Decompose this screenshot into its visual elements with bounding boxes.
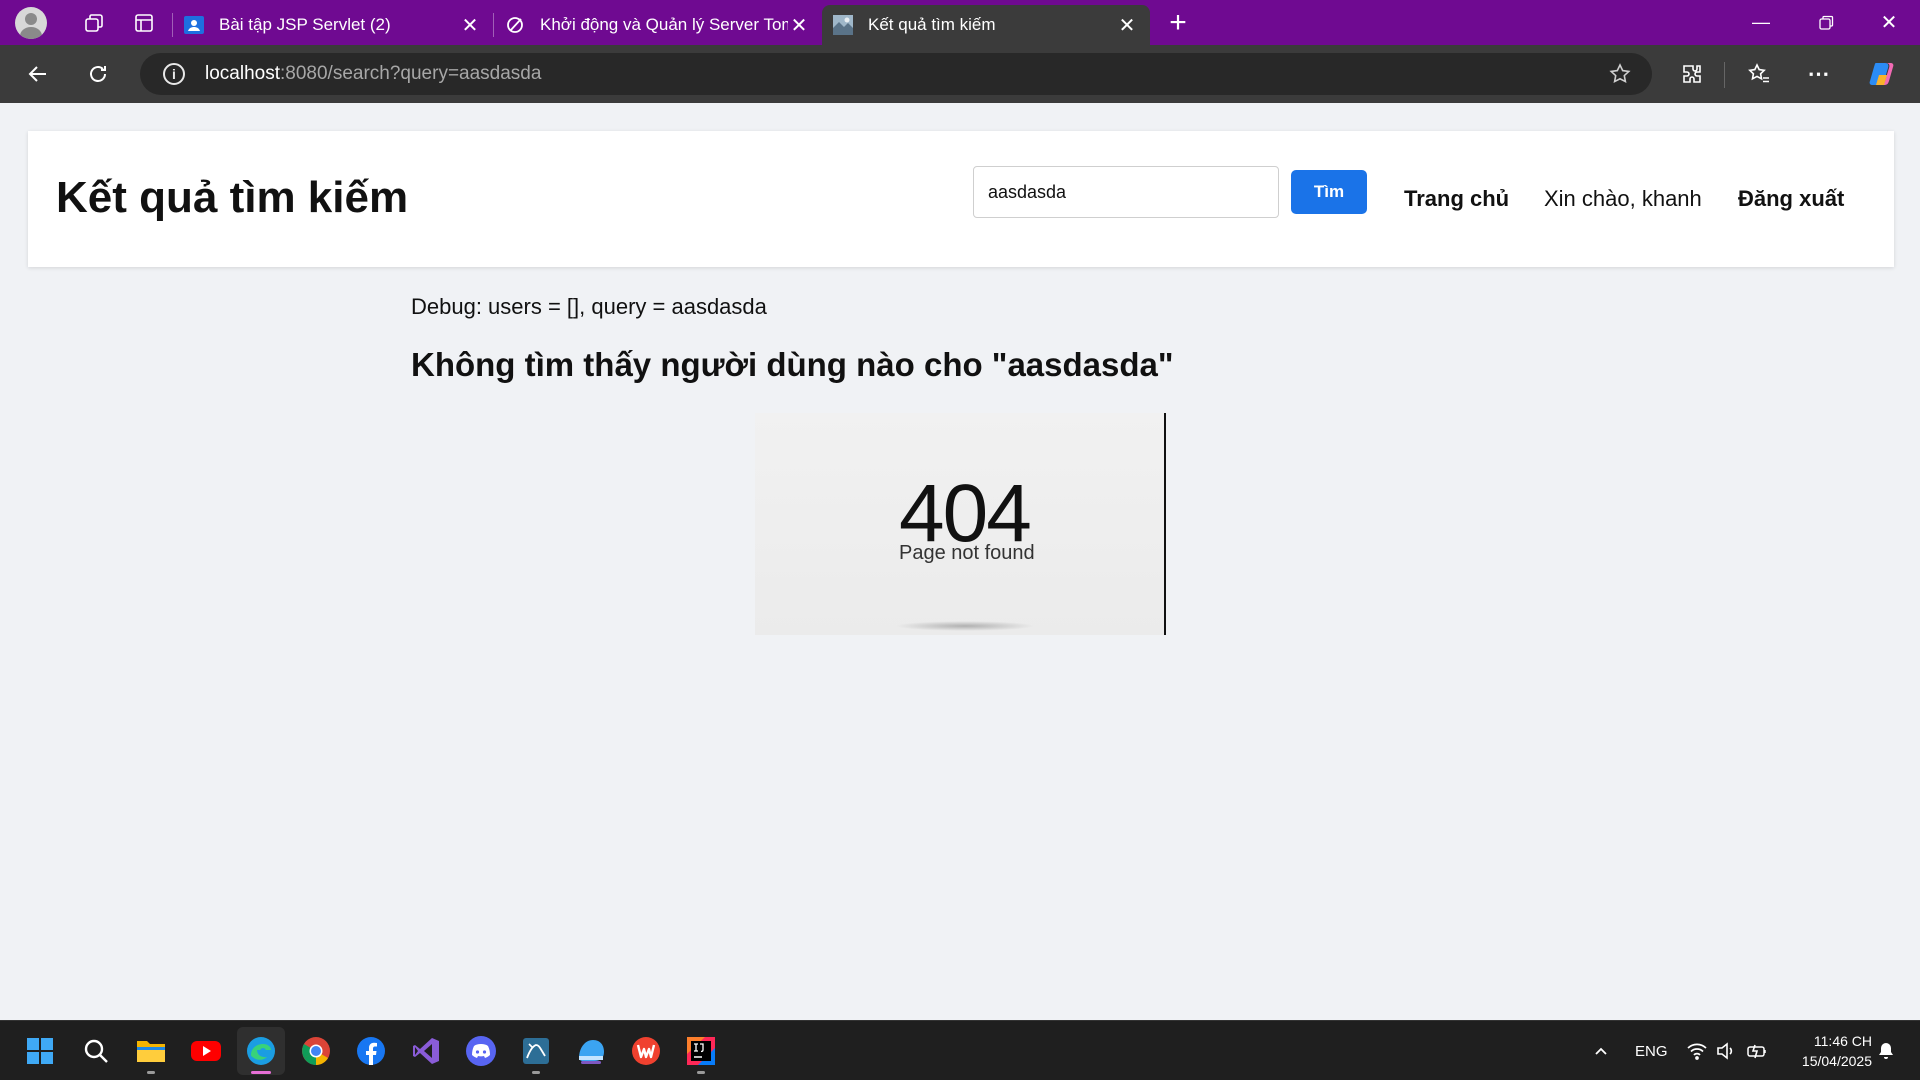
wps-office-icon[interactable] <box>622 1027 670 1075</box>
tab-actions-button[interactable] <box>122 1 166 45</box>
chevron-up-icon <box>1595 1047 1607 1055</box>
language-indicator[interactable]: ENG <box>1635 1021 1668 1080</box>
more-menu-button[interactable]: ⋯ <box>1795 50 1843 98</box>
windows-start-icon[interactable] <box>16 1027 64 1075</box>
site-info-icon[interactable]: i <box>163 63 185 85</box>
favorites-button[interactable] <box>1735 50 1783 98</box>
notifications-button[interactable] <box>1877 1021 1895 1080</box>
visual-studio-icon[interactable] <box>402 1027 450 1075</box>
running-indicator <box>697 1071 705 1074</box>
discord-icon[interactable] <box>457 1027 505 1075</box>
url-path: :8080/search?query=aasdasda <box>280 63 542 84</box>
windows-taskbar: ENG 11:46 CH 15/04/2025 <box>0 1020 1920 1080</box>
tab-jsp-servlet[interactable]: Bài tập JSP Servlet (2) ✕ <box>173 5 493 45</box>
favorites-icon <box>1748 63 1769 83</box>
favorite-star-icon[interactable] <box>1608 62 1632 86</box>
tab-search-results[interactable]: Kết quả tìm kiếm ✕ <box>822 5 1150 45</box>
photos-icon[interactable] <box>567 1027 615 1075</box>
close-window-button[interactable]: ✕ <box>1858 0 1920 45</box>
page-favicon <box>832 14 854 36</box>
profile-avatar-icon <box>15 6 47 39</box>
user-greeting: Xin chào, khanh <box>1544 186 1702 211</box>
clock-date: 15/04/2025 <box>1801 1053 1872 1069</box>
address-bar[interactable]: i localhost:8080/search?query=aasdasda <box>140 53 1652 95</box>
intellij-icon[interactable] <box>677 1027 725 1075</box>
no-results-heading: Không tìm thấy người dùng nào cho "aasda… <box>411 346 1174 383</box>
reload-button[interactable] <box>74 50 122 98</box>
search-input[interactable] <box>973 166 1279 218</box>
image-shadow <box>895 621 1035 631</box>
vertical-tabs-icon <box>135 13 153 32</box>
browser-titlebar: Bài tập JSP Servlet (2) ✕ Khởi động và Q… <box>0 0 1920 45</box>
wifi-icon[interactable] <box>1686 1021 1708 1080</box>
close-tab-icon[interactable]: ✕ <box>788 14 810 37</box>
chrome-icon[interactable] <box>292 1027 340 1075</box>
youtube-icon[interactable] <box>182 1027 230 1075</box>
copilot-button[interactable] <box>1859 50 1907 98</box>
clock-time: 11:46 CH <box>1813 1033 1872 1049</box>
profile-button[interactable] <box>8 1 54 45</box>
reload-icon <box>90 66 106 82</box>
extensions-icon <box>1683 65 1701 83</box>
running-indicator <box>251 1071 271 1074</box>
toolbar-divider <box>1724 62 1725 88</box>
running-indicator <box>532 1071 540 1074</box>
restore-icon <box>1819 15 1834 30</box>
workspaces-icon <box>85 13 103 32</box>
tab-label: Kết quả tìm kiếm <box>868 15 996 34</box>
show-hidden-icons-button[interactable] <box>1593 1021 1609 1080</box>
new-tab-button[interactable]: + <box>1156 3 1200 43</box>
text-cursor-line <box>1164 413 1166 635</box>
restore-button[interactable] <box>1795 0 1857 45</box>
home-link[interactable]: Trang chủ <box>1404 186 1509 212</box>
page-title: Kết quả tìm kiếm <box>56 173 409 222</box>
url-host: localhost <box>205 63 280 84</box>
back-button[interactable] <box>14 50 62 98</box>
minimize-button[interactable]: — <box>1730 0 1792 45</box>
page-header: Kết quả tìm kiếm Tìm Trang chủ Xin chào,… <box>28 131 1894 267</box>
back-arrow-icon <box>28 66 46 82</box>
classroom-icon <box>183 14 205 36</box>
search-button[interactable]: Tìm <box>1291 170 1367 214</box>
mysql-workbench-icon[interactable] <box>512 1027 560 1075</box>
system-clock[interactable]: 11:46 CH 15/04/2025 <box>1786 1031 1872 1071</box>
close-tab-icon[interactable]: ✕ <box>1116 14 1138 37</box>
not-found-image: 404 Page not found <box>755 413 1165 635</box>
edge-icon[interactable] <box>237 1027 285 1075</box>
file-explorer-icon[interactable] <box>127 1027 175 1075</box>
logout-link[interactable]: Đăng xuất <box>1738 186 1844 212</box>
tab-label: Khởi động và Quản lý Server Tomcat <box>540 15 788 34</box>
copilot-icon <box>1869 63 1894 85</box>
bell-icon <box>1879 1043 1893 1059</box>
running-indicator <box>147 1071 155 1074</box>
extensions-button[interactable] <box>1668 50 1716 98</box>
debug-text: Debug: users = [], query = aasdasda <box>411 294 767 319</box>
error-message: Page not found <box>899 542 1035 564</box>
workspaces-button[interactable] <box>72 1 116 45</box>
tab-tomcat[interactable]: Khởi động và Quản lý Server Tomcat ✕ <box>494 5 822 45</box>
close-tab-icon[interactable]: ✕ <box>459 14 481 37</box>
page-content: Kết quả tìm kiếm Tìm Trang chủ Xin chào,… <box>0 103 1920 1020</box>
battery-icon[interactable] <box>1746 1021 1768 1080</box>
facebook-icon[interactable] <box>347 1027 395 1075</box>
search-icon[interactable] <box>72 1027 120 1075</box>
tomcat-icon <box>504 14 526 36</box>
tab-label: Bài tập JSP Servlet (2) <box>219 15 391 34</box>
volume-icon[interactable] <box>1716 1021 1736 1080</box>
browser-toolbar: i localhost:8080/search?query=aasdasda ⋯ <box>0 45 1920 103</box>
